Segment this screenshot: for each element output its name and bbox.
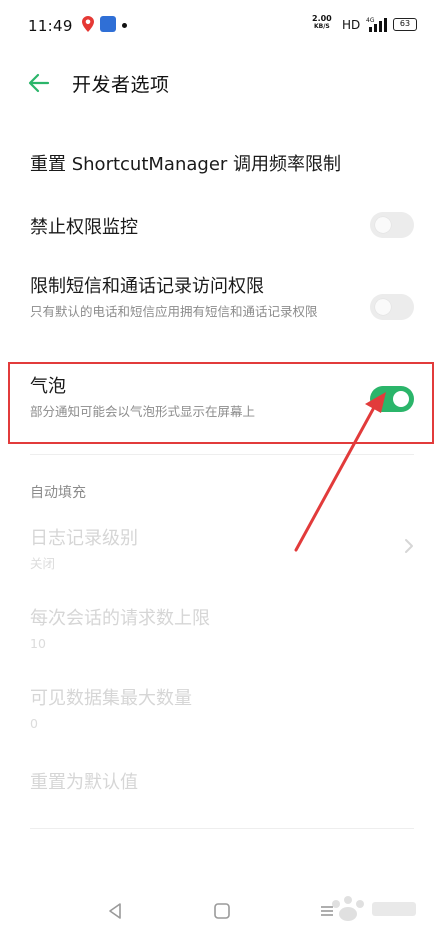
autofill-section-header: 自动填充 xyxy=(0,478,444,506)
app-header: 开发者选项 xyxy=(0,60,444,106)
disable-permission-monitor-label: 禁止权限监控 xyxy=(30,217,138,238)
battery-icon: 63 xyxy=(393,18,417,31)
restrict-sms-call-log-item[interactable]: 限制短信和通话记录访问权限 只有默认的电话和短信应用拥有短信和通话记录权限 xyxy=(0,262,444,352)
max-datasets-value: 0 xyxy=(30,716,38,731)
toggle-knob xyxy=(375,299,391,315)
section-divider xyxy=(30,454,414,455)
reset-shortcut-manager-label: 重置 ShortcutManager 调用频率限制 xyxy=(30,154,342,175)
nav-back-icon[interactable] xyxy=(106,902,124,920)
bottom-divider xyxy=(30,828,414,829)
network-speed-unit: KB/S xyxy=(314,23,330,30)
annotation-highlight-box xyxy=(8,362,434,444)
max-requests-label: 每次会话的请求数上限 xyxy=(30,608,210,629)
signal-icon: 4G xyxy=(366,17,387,32)
autofill-section-title: 自动填充 xyxy=(30,485,86,501)
max-requests-value: 10 xyxy=(30,636,46,651)
restrict-sms-call-log-description: 只有默认的电话和短信应用拥有短信和通话记录权限 xyxy=(30,304,318,319)
arrow-left-icon[interactable] xyxy=(26,70,52,96)
hd-indicator: HD xyxy=(342,18,361,32)
network-type: 4G xyxy=(366,17,375,24)
status-bar: 11:49 2.00 KB/S HD 4G 63 xyxy=(0,0,444,50)
status-time: 11:49 xyxy=(28,17,73,35)
reset-shortcut-manager-item[interactable]: 重置 ShortcutManager 调用频率限制 xyxy=(0,140,444,190)
reset-defaults-item[interactable]: 重置为默认值 xyxy=(0,760,444,804)
disable-permission-monitor-toggle[interactable] xyxy=(370,212,414,238)
log-level-value: 关闭 xyxy=(30,556,56,571)
reset-defaults-label: 重置为默认值 xyxy=(30,772,138,793)
chevron-right-icon xyxy=(405,539,413,553)
network-speed: 2.00 KB/S xyxy=(312,14,332,31)
toggle-knob xyxy=(375,217,391,233)
max-requests-item[interactable]: 每次会话的请求数上限 10 xyxy=(0,600,444,660)
restrict-sms-call-log-toggle[interactable] xyxy=(370,294,414,320)
page-title: 开发者选项 xyxy=(72,74,170,96)
log-level-item[interactable]: 日志记录级别 关闭 xyxy=(0,520,444,580)
log-level-label: 日志记录级别 xyxy=(30,528,138,549)
restrict-sms-call-log-label: 限制短信和通话记录访问权限 xyxy=(30,276,264,297)
watermark-logo-icon xyxy=(332,896,416,921)
location-pin-icon xyxy=(82,16,94,32)
more-notifications-dot-icon xyxy=(122,23,127,28)
max-datasets-label: 可见数据集最大数量 xyxy=(30,688,192,709)
network-speed-value: 2.00 xyxy=(312,14,332,23)
nav-home-icon[interactable] xyxy=(213,902,231,920)
app-notification-icon xyxy=(100,16,116,32)
disable-permission-monitor-item[interactable]: 禁止权限监控 xyxy=(0,200,444,254)
max-datasets-item[interactable]: 可见数据集最大数量 0 xyxy=(0,680,444,740)
